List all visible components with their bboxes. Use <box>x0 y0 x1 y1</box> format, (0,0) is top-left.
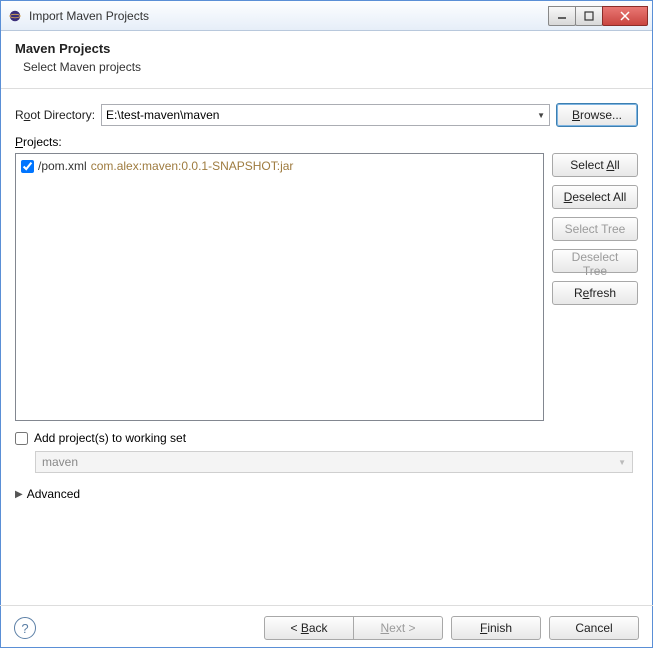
projects-label: Projects: <box>15 135 62 149</box>
select-tree-button: Select Tree <box>552 217 638 241</box>
working-set-label: Add project(s) to working set <box>34 431 186 445</box>
maximize-button[interactable] <box>575 6 603 26</box>
working-set-checkbox[interactable] <box>15 432 28 445</box>
page-subtitle: Select Maven projects <box>23 60 638 74</box>
root-directory-input[interactable]: E:\test-maven\maven ▼ <box>101 104 550 126</box>
close-button[interactable] <box>602 6 648 26</box>
dialog-header: Maven Projects Select Maven projects <box>1 31 652 89</box>
eclipse-icon <box>7 8 23 24</box>
project-coordinates: com.alex:maven:0.0.1-SNAPSHOT:jar <box>91 159 294 173</box>
page-title: Maven Projects <box>15 41 638 56</box>
project-path: /pom.xml <box>38 159 87 173</box>
chevron-right-icon: ▶ <box>15 489 23 500</box>
deselect-all-button[interactable]: Deselect All <box>552 185 638 209</box>
back-button[interactable]: < Back <box>264 616 354 640</box>
projects-side-buttons: Select All Deselect All Select Tree Dese… <box>552 153 638 421</box>
root-directory-value: E:\test-maven\maven <box>106 108 219 122</box>
finish-button[interactable]: Finish <box>451 616 541 640</box>
advanced-toggle[interactable]: ▶ Advanced <box>15 487 638 501</box>
working-set-value: maven <box>42 455 78 469</box>
window-controls <box>549 6 648 26</box>
help-icon[interactable]: ? <box>14 617 36 639</box>
project-item[interactable]: /pom.xml com.alex:maven:0.0.1-SNAPSHOT:j… <box>20 158 539 174</box>
working-set-row: Add project(s) to working set <box>15 431 638 445</box>
next-button: Next > <box>353 616 443 640</box>
deselect-tree-button: Deselect Tree <box>552 249 638 273</box>
advanced-label: Advanced <box>27 487 80 501</box>
browse-button[interactable]: Browse... <box>556 103 638 127</box>
select-all-button[interactable]: Select All <box>552 153 638 177</box>
projects-list[interactable]: /pom.xml com.alex:maven:0.0.1-SNAPSHOT:j… <box>15 153 544 421</box>
minimize-button[interactable] <box>548 6 576 26</box>
root-directory-row: Root Directory: E:\test-maven\maven ▼ Br… <box>15 103 638 127</box>
dropdown-icon: ▼ <box>537 111 545 120</box>
dropdown-icon: ▼ <box>618 458 626 467</box>
root-directory-label: Root Directory: <box>15 108 95 122</box>
titlebar: Import Maven Projects <box>1 1 652 31</box>
window-title: Import Maven Projects <box>29 9 549 23</box>
cancel-button[interactable]: Cancel <box>549 616 639 640</box>
refresh-button[interactable]: Refresh <box>552 281 638 305</box>
dialog-footer: ? < Back Next > Finish Cancel <box>0 605 653 640</box>
project-checkbox[interactable] <box>21 160 34 173</box>
working-set-select: maven ▼ <box>35 451 633 473</box>
